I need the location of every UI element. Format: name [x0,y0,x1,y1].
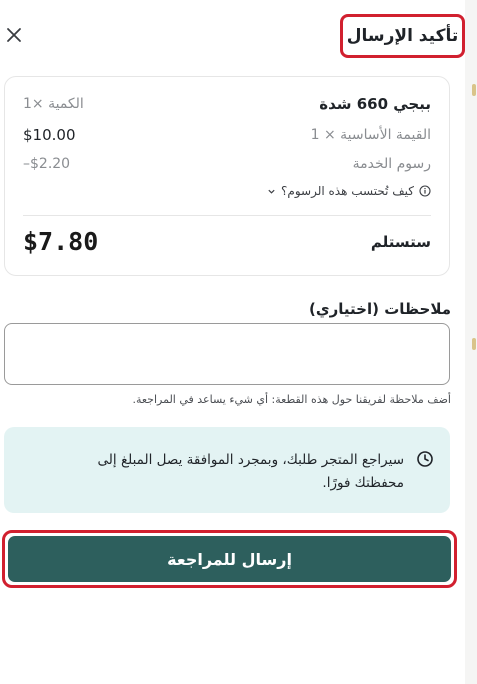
review-submission-panel: تأكيد الإرسال الكمية ×1 ببجي 660 شدة $10… [0,0,466,684]
order-summary-card: الكمية ×1 ببجي 660 شدة $10.00 القيمة الأ… [4,76,450,276]
notes-label: ملاحظات (اختياري) [309,300,451,318]
title-highlight: تأكيد الإرسال [340,14,465,58]
base-price-row: $10.00 القيمة الأساسية × 1 [23,126,431,144]
service-fee-value: –$2.20 [23,156,71,172]
product-name: ببجي 660 شدة [319,95,431,113]
fee-info-text: كيف تُحتسب هذه الرسوم؟ [281,184,414,198]
product-row: الكمية ×1 ببجي 660 شدة [23,95,431,113]
summary-divider [23,215,431,216]
clock-icon [417,451,433,467]
review-info-text: سيراجع المتجر طلبك، وبمجرد الموافقة يصل … [97,452,404,491]
total-value: $7.80 [23,227,99,256]
total-label: ستستلم [370,232,431,251]
review-info-box: سيراجع المتجر طلبك، وبمجرد الموافقة يصل … [4,427,450,513]
background-edge-mark [472,84,476,96]
close-icon [7,28,21,42]
close-button[interactable] [3,24,25,46]
panel-title: تأكيد الإرسال [346,26,459,46]
info-icon [419,185,431,197]
service-fee-label: رسوم الخدمة [352,156,431,172]
submit-highlight: إرسال للمراجعة [2,530,457,588]
notes-input[interactable] [4,323,450,385]
fee-info-link[interactable]: كيف تُحتسب هذه الرسوم؟ [267,184,431,198]
total-row: $7.80 ستستلم [23,227,431,256]
notes-help-text: أضف ملاحظة لفريقنا حول هذه القطعة: أي شي… [132,393,451,406]
chevron-down-icon [268,189,275,194]
service-fee-row: –$2.20 رسوم الخدمة [23,156,431,172]
background-edge-mark [472,338,476,350]
submit-for-review-button[interactable]: إرسال للمراجعة [8,536,451,582]
panel-header: تأكيد الإرسال [0,14,465,60]
base-price-label: القيمة الأساسية × 1 [310,127,431,143]
quantity-label: الكمية ×1 [23,96,84,112]
base-price-value: $10.00 [23,126,76,144]
